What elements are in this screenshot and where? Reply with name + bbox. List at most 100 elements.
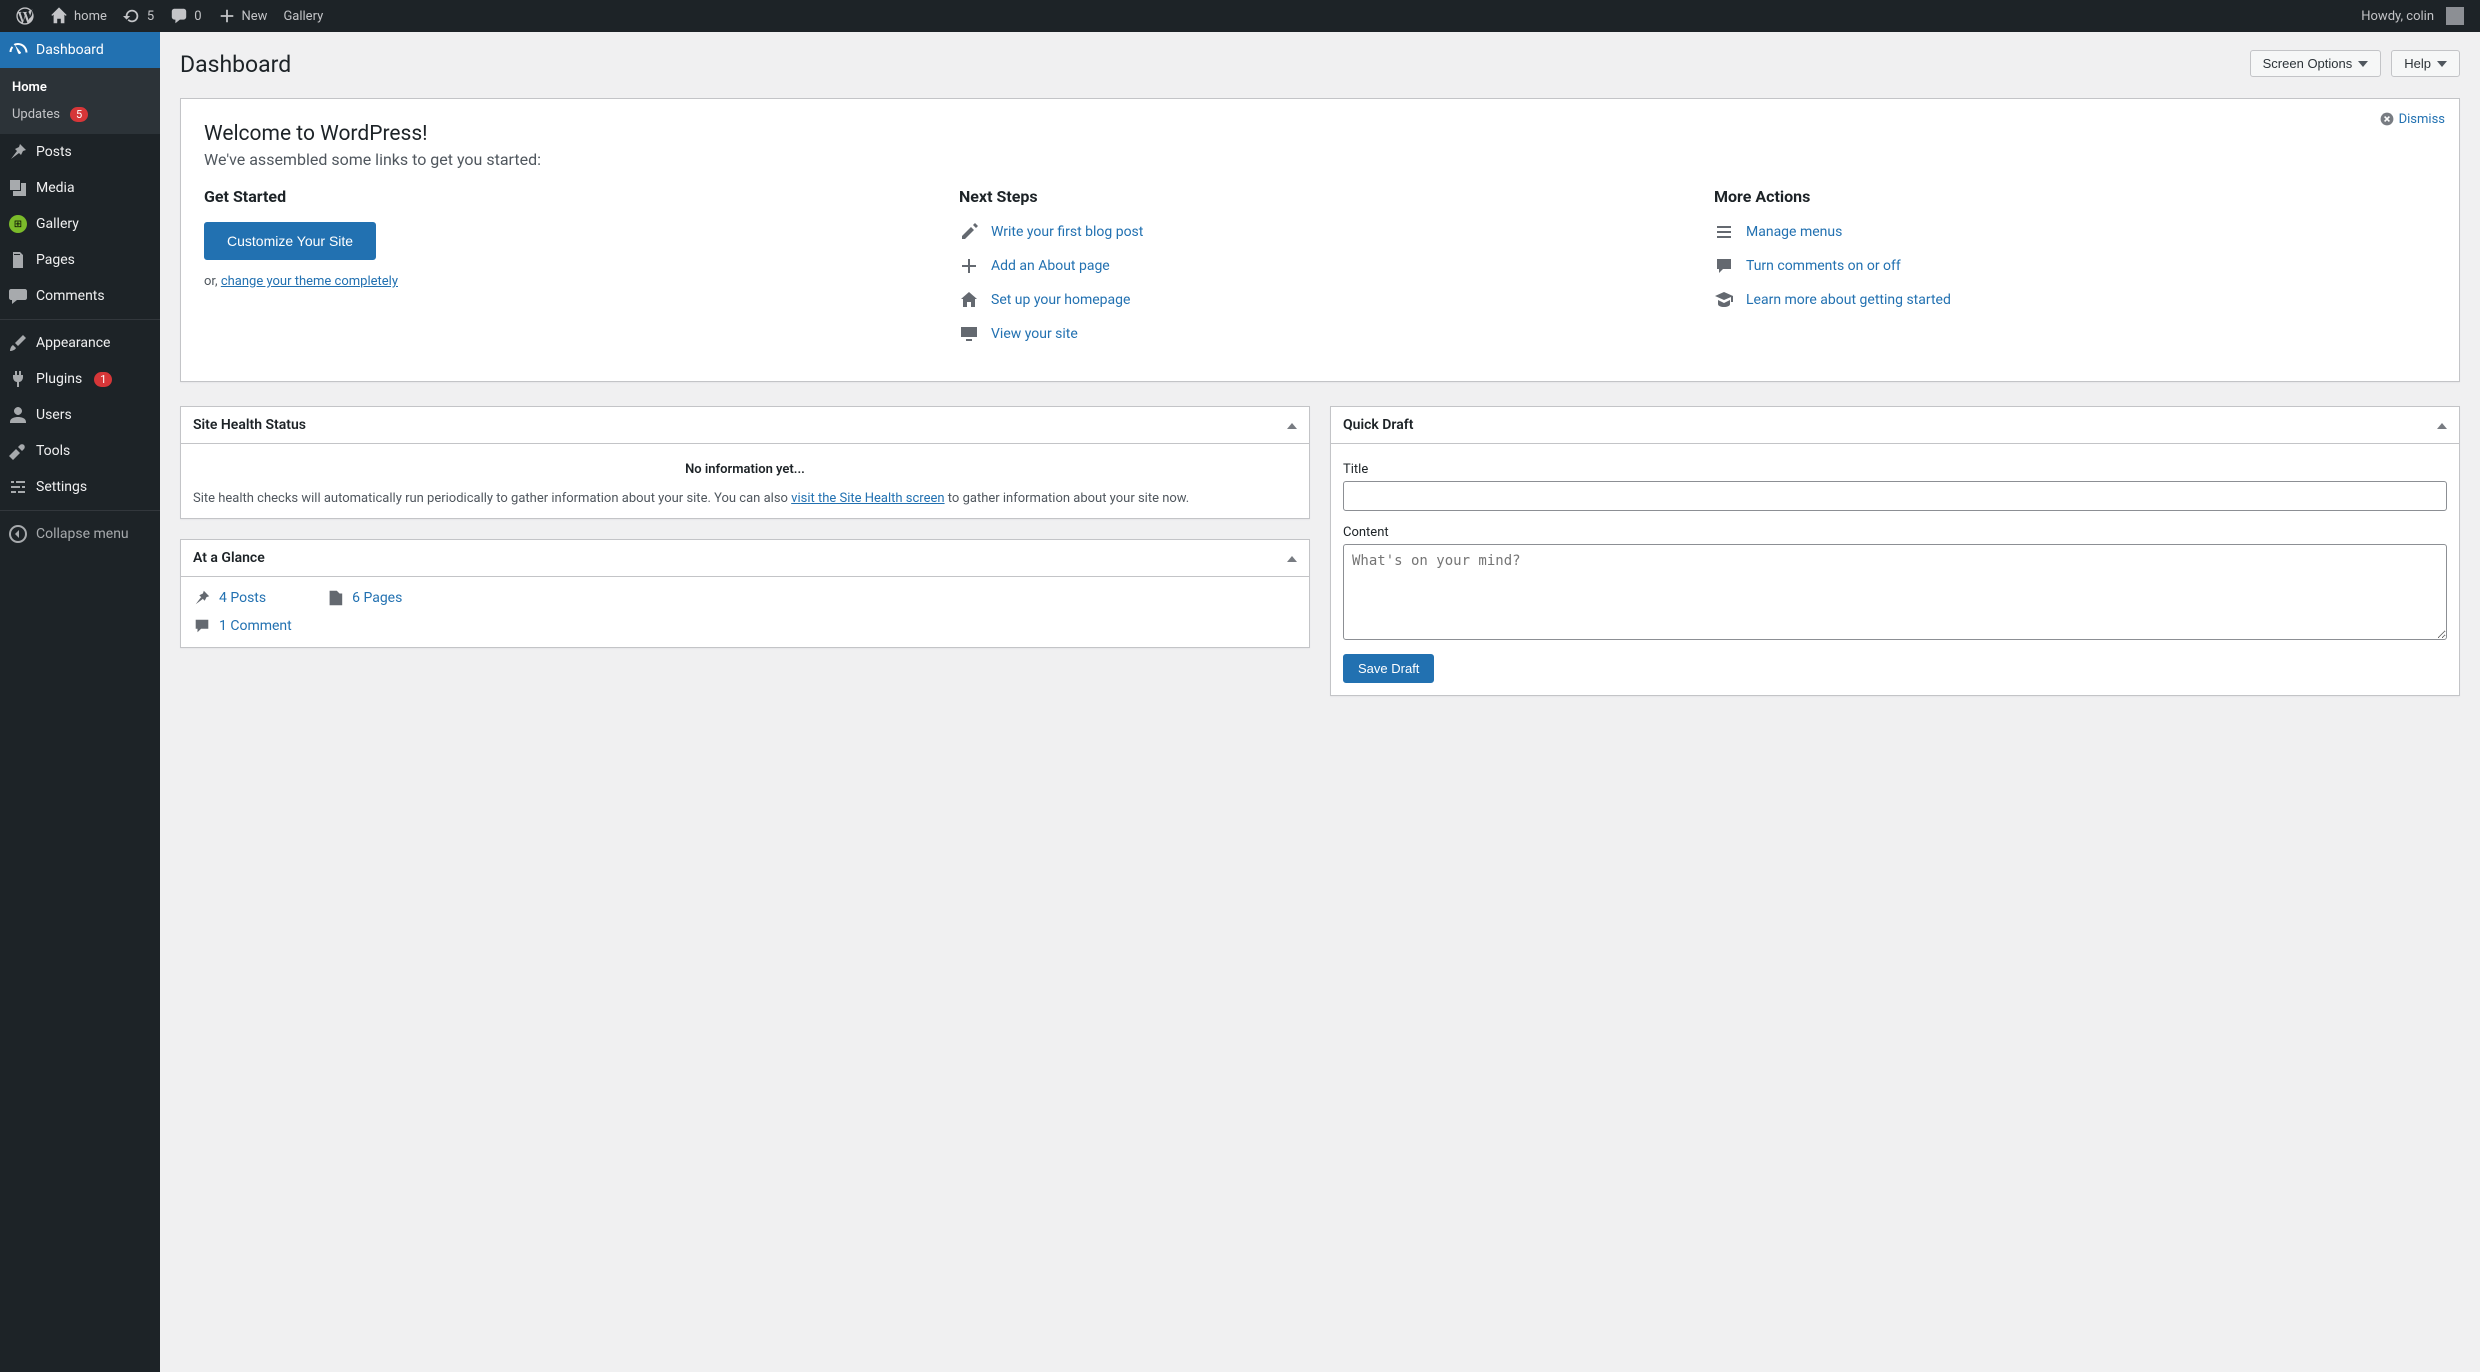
- dismiss-welcome-link[interactable]: Dismiss: [2379, 111, 2445, 127]
- site-health-no-info: No information yet...: [193, 462, 1297, 477]
- draft-title-label: Title: [1343, 462, 2447, 477]
- screen-options-label: Screen Options: [2263, 56, 2353, 71]
- sidebar-item-label: Posts: [36, 144, 72, 160]
- draft-title-input[interactable]: [1343, 481, 2447, 511]
- sidebar-item-users[interactable]: Users: [0, 397, 160, 433]
- submenu-label: Updates: [12, 107, 60, 122]
- menu-separator: [0, 319, 160, 320]
- sidebar-item-dashboard[interactable]: Dashboard: [0, 32, 160, 68]
- wp-logo[interactable]: [8, 0, 42, 32]
- brush-icon: [8, 333, 28, 353]
- save-draft-button[interactable]: Save Draft: [1343, 654, 1434, 683]
- updates-badge: 5: [70, 107, 88, 122]
- welcome-subtitle: We've assembled some links to get you st…: [204, 150, 2449, 169]
- media-icon: [8, 178, 28, 198]
- gallery-link[interactable]: Gallery: [275, 0, 331, 32]
- sidebar-subitem-updates[interactable]: Updates 5: [0, 101, 160, 128]
- draft-content-textarea[interactable]: [1343, 544, 2447, 640]
- site-health-description: Site health checks will automatically ru…: [193, 491, 1297, 506]
- sidebar-item-label: Tools: [36, 443, 70, 459]
- site-health-screen-link[interactable]: visit the Site Health screen: [791, 491, 944, 506]
- new-content-link[interactable]: New: [210, 0, 276, 32]
- dashboard-submenu: Home Updates 5: [0, 68, 160, 134]
- sidebar-item-gallery[interactable]: ⊞ Gallery: [0, 206, 160, 242]
- view-site-link[interactable]: View your site: [991, 326, 1078, 342]
- dismiss-icon: [2379, 111, 2395, 127]
- home-icon: [50, 7, 68, 25]
- add-about-link[interactable]: Add an About page: [991, 258, 1110, 274]
- edit-icon: [959, 222, 979, 242]
- refresh-icon: [123, 7, 141, 25]
- toggle-comments-link[interactable]: Turn comments on or off: [1746, 258, 1901, 274]
- glance-comments-link[interactable]: 1 Comment: [193, 617, 1297, 635]
- user-icon: [8, 405, 28, 425]
- comments-link[interactable]: 0: [162, 0, 209, 32]
- chevron-up-icon: [1287, 423, 1297, 429]
- toggle-widget-button[interactable]: [1287, 551, 1297, 565]
- sidebar-item-label: Settings: [36, 479, 87, 495]
- manage-menus-link[interactable]: Manage menus: [1746, 224, 1842, 240]
- glance-pages-link[interactable]: 6 Pages: [326, 589, 402, 607]
- dismiss-label: Dismiss: [2399, 112, 2445, 127]
- widget-title: At a Glance: [193, 550, 265, 566]
- quick-draft-widget: Quick Draft Title Content Save Draft: [1330, 406, 2460, 696]
- write-post-link[interactable]: Write your first blog post: [991, 224, 1143, 240]
- menu-separator: [0, 510, 160, 511]
- help-button[interactable]: Help: [2391, 50, 2460, 77]
- widget-title: Quick Draft: [1343, 417, 1413, 433]
- glance-posts-label: 4 Posts: [219, 590, 266, 606]
- sidebar-item-label: Gallery: [36, 216, 79, 232]
- welcome-col-more-actions: More Actions Manage menus Turn comments …: [1714, 187, 2449, 358]
- gallery-label: Gallery: [283, 9, 323, 24]
- page-title: Dashboard: [180, 42, 2460, 98]
- sidebar-item-posts[interactable]: Posts: [0, 134, 160, 170]
- glance-pages-label: 6 Pages: [352, 590, 402, 606]
- sidebar-item-media[interactable]: Media: [0, 170, 160, 206]
- welcome-col-next-steps: Next Steps Write your first blog post Ad…: [959, 187, 1694, 358]
- comments-icon: [8, 286, 28, 306]
- comments-toggle-icon: [1714, 256, 1734, 276]
- updates-count-label: 5: [147, 9, 154, 24]
- sidebar-item-appearance[interactable]: Appearance: [0, 325, 160, 361]
- account-link[interactable]: Howdy, colin: [2353, 0, 2472, 32]
- monitor-icon: [959, 324, 979, 344]
- learn-more-link[interactable]: Learn more about getting started: [1746, 292, 1951, 308]
- chevron-up-icon: [1287, 556, 1297, 562]
- sidebar-subitem-home[interactable]: Home: [0, 74, 160, 101]
- menu-icon: [1714, 222, 1734, 242]
- col-title: More Actions: [1714, 187, 2449, 206]
- admin-sidebar: Dashboard Home Updates 5 Posts Media ⊞ G…: [0, 32, 160, 1372]
- collapse-menu-button[interactable]: Collapse menu: [0, 516, 160, 552]
- or-prefix: or,: [204, 274, 221, 289]
- welcome-col-get-started: Get Started Customize Your Site or, chan…: [204, 187, 939, 358]
- screen-options-button[interactable]: Screen Options: [2250, 50, 2382, 77]
- sidebar-item-pages[interactable]: Pages: [0, 242, 160, 278]
- comment-icon: [170, 7, 188, 25]
- sidebar-item-label: Users: [36, 407, 72, 423]
- page-body: Screen Options Help Dashboard Dismiss We…: [160, 0, 2480, 756]
- col-title: Next Steps: [959, 187, 1694, 206]
- pushpin-icon: [193, 589, 211, 607]
- change-theme-link[interactable]: change your theme completely: [221, 274, 398, 289]
- welcome-title: Welcome to WordPress!: [204, 122, 2449, 146]
- toggle-widget-button[interactable]: [2437, 418, 2447, 432]
- page-icon: [8, 250, 28, 270]
- glance-posts-link[interactable]: 4 Posts: [193, 589, 266, 607]
- updates-link[interactable]: 5: [115, 0, 162, 32]
- sidebar-item-settings[interactable]: Settings: [0, 469, 160, 505]
- customize-site-button[interactable]: Customize Your Site: [204, 222, 376, 260]
- draft-content-label: Content: [1343, 525, 2447, 540]
- chevron-down-icon: [2358, 61, 2368, 67]
- sidebar-item-label: Comments: [36, 288, 105, 304]
- or-change-theme: or, change your theme completely: [204, 274, 939, 289]
- site-home-link[interactable]: home: [42, 0, 115, 32]
- toggle-widget-button[interactable]: [1287, 418, 1297, 432]
- setup-homepage-link[interactable]: Set up your homepage: [991, 292, 1130, 308]
- sidebar-item-plugins[interactable]: Plugins 1: [0, 361, 160, 397]
- plugins-badge: 1: [94, 372, 112, 387]
- page-icon: [326, 589, 344, 607]
- sidebar-item-tools[interactable]: Tools: [0, 433, 160, 469]
- at-a-glance-widget: At a Glance 4 Posts 6 Pages: [180, 539, 1310, 648]
- welcome-panel: Dismiss Welcome to WordPress! We've asse…: [180, 98, 2460, 382]
- sidebar-item-comments[interactable]: Comments: [0, 278, 160, 314]
